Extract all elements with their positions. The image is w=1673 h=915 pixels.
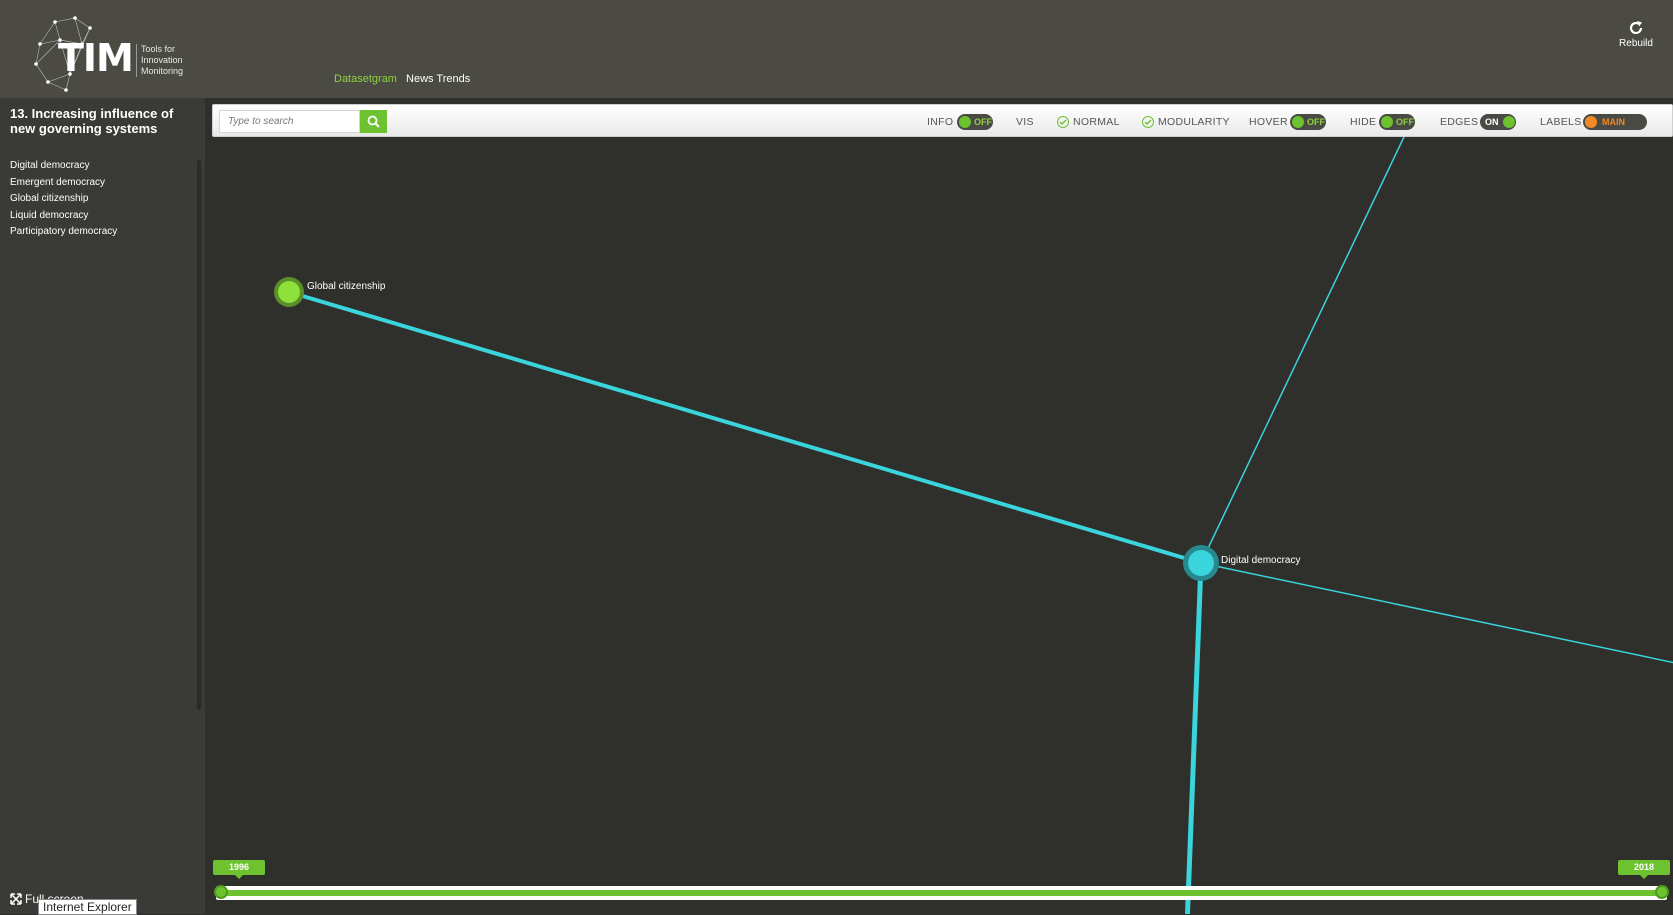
- list-item[interactable]: Participatory democracy: [10, 224, 117, 241]
- end-year-badge: 2018: [1618, 860, 1670, 879]
- nav-news-trends[interactable]: News Trends: [406, 73, 470, 85]
- search-icon: [367, 115, 380, 128]
- rebuild-button[interactable]: Rebuild: [1614, 20, 1658, 49]
- cluster-term-list: Digital democracy Emergent democracy Glo…: [10, 158, 117, 241]
- graph-edge: [288, 290, 1202, 565]
- edges-toggle[interactable]: ON: [1480, 114, 1516, 130]
- info-label: INFO: [927, 116, 954, 128]
- toggle-knob: [1585, 116, 1597, 128]
- hide-toggle[interactable]: OFF: [1379, 114, 1415, 130]
- edges-label: EDGES: [1440, 116, 1479, 128]
- toggle-knob: [1381, 116, 1393, 128]
- hover-label: HOVER: [1249, 116, 1288, 128]
- labels-toggle[interactable]: MAIN: [1583, 114, 1647, 130]
- logo-text: TIM: [58, 36, 134, 80]
- graph-edge: [1184, 562, 1204, 914]
- modularity-check-icon[interactable]: [1142, 116, 1154, 128]
- network-graph-svg[interactable]: [205, 137, 1673, 914]
- expand-icon: [10, 893, 22, 905]
- list-item[interactable]: Emergent democracy: [10, 175, 117, 192]
- hover-state: OFF: [1307, 117, 1325, 127]
- rebuild-label: Rebuild: [1619, 38, 1653, 49]
- list-item[interactable]: Digital democracy: [10, 158, 117, 175]
- list-item[interactable]: Global citizenship: [10, 191, 117, 208]
- node-label[interactable]: Digital democracy: [1221, 555, 1300, 566]
- refresh-icon: [1629, 21, 1643, 35]
- normal-option[interactable]: NORMAL: [1073, 116, 1120, 128]
- toggle-knob: [959, 116, 971, 128]
- hide-state: OFF: [1396, 117, 1414, 127]
- normal-check-icon[interactable]: [1057, 116, 1069, 128]
- info-state: OFF: [974, 117, 992, 127]
- nav-datasetgram[interactable]: Datasetgram: [334, 73, 397, 85]
- year-range-slider[interactable]: [214, 885, 1669, 900]
- graph-node-global-citizenship-core: [278, 281, 300, 303]
- sidebar-scrollbar[interactable]: [197, 160, 201, 710]
- list-item[interactable]: Liquid democracy: [10, 208, 117, 225]
- search-button[interactable]: [360, 110, 387, 133]
- browser-tooltip: Internet Explorer: [38, 899, 137, 915]
- toggle-knob: [1292, 116, 1304, 128]
- graph-edge: [1200, 137, 1405, 564]
- graph-edge: [1200, 562, 1673, 664]
- info-toggle[interactable]: OFF: [957, 114, 993, 130]
- toggle-knob: [1502, 116, 1515, 128]
- slider-start-handle[interactable]: [214, 885, 228, 899]
- cluster-title: 13. Increasing influence of new governin…: [10, 106, 174, 136]
- vis-label: VIS: [1016, 116, 1034, 128]
- sidebar: 13. Increasing influence of new governin…: [0, 98, 205, 914]
- slider-end-handle[interactable]: [1655, 885, 1669, 899]
- modularity-option[interactable]: MODULARITY: [1158, 116, 1230, 128]
- graph-node-digital-democracy-core: [1188, 550, 1214, 576]
- app-header: TIM Tools for Innovation Monitoring Data…: [0, 0, 1673, 98]
- start-year-badge: 1996: [213, 860, 265, 879]
- hide-label: HIDE: [1350, 116, 1377, 128]
- labels-label: LABELS: [1540, 116, 1582, 128]
- edges-state: ON: [1485, 117, 1499, 127]
- network-graph-canvas[interactable]: Global citizenship Digital democracy: [205, 137, 1673, 914]
- labels-state: MAIN: [1602, 117, 1625, 127]
- node-label[interactable]: Global citizenship: [307, 281, 385, 292]
- hover-toggle[interactable]: OFF: [1290, 114, 1326, 130]
- search-input[interactable]: [219, 110, 360, 133]
- graph-toolbar: INFO OFF VIS NORMAL MODULARITY HOVER OFF…: [212, 104, 1673, 137]
- tim-logo[interactable]: TIM Tools for Innovation Monitoring: [30, 14, 190, 94]
- slider-fill: [220, 890, 1663, 896]
- logo-subtitle: Tools for Innovation Monitoring: [136, 44, 196, 77]
- main-nav: Datasetgram News Trends: [334, 73, 476, 85]
